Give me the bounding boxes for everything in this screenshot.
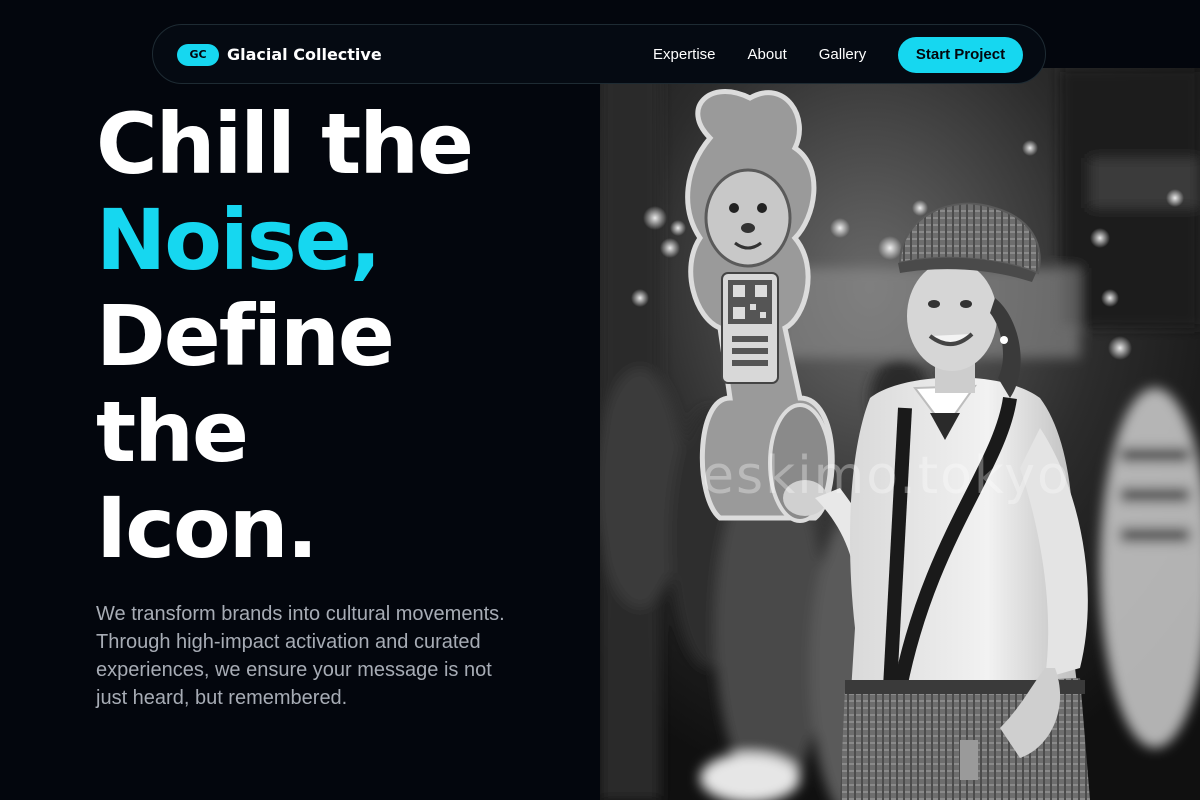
hero-tagline: We transform brands into cultural moveme… — [96, 603, 505, 709]
hero-section: Chill the Noise, Define the Icon. We tra… — [0, 0, 600, 800]
landing-page: Chill the Noise, Define the Icon. We tra… — [0, 0, 1200, 800]
photo-illustration — [600, 68, 1200, 800]
logo-badge[interactable]: GC — [177, 44, 219, 66]
hero-headline: Chill the Noise, Define the Icon. — [96, 95, 474, 577]
brand-name[interactable]: Glacial Collective — [227, 44, 382, 66]
headline-line-1: Chill the — [96, 95, 474, 193]
headline-line-2-accent: Noise, — [96, 191, 382, 289]
headline-line-5: Icon. — [96, 479, 318, 577]
photo-watermark: eskimo.tokyo — [702, 446, 1071, 506]
nav-links: Expertise About Gallery — [653, 44, 866, 66]
hero-photo: eskimo.tokyo — [600, 68, 1200, 800]
headline-line-3: Define — [96, 287, 395, 385]
nav-link-expertise[interactable]: Expertise — [653, 44, 716, 66]
start-project-button[interactable]: Start Project — [898, 37, 1023, 73]
top-navbar: GC Glacial Collective Expertise About Ga… — [152, 24, 1046, 84]
nav-link-gallery[interactable]: Gallery — [819, 44, 867, 66]
nav-link-about[interactable]: About — [748, 44, 787, 66]
headline-line-4: the — [96, 383, 249, 481]
